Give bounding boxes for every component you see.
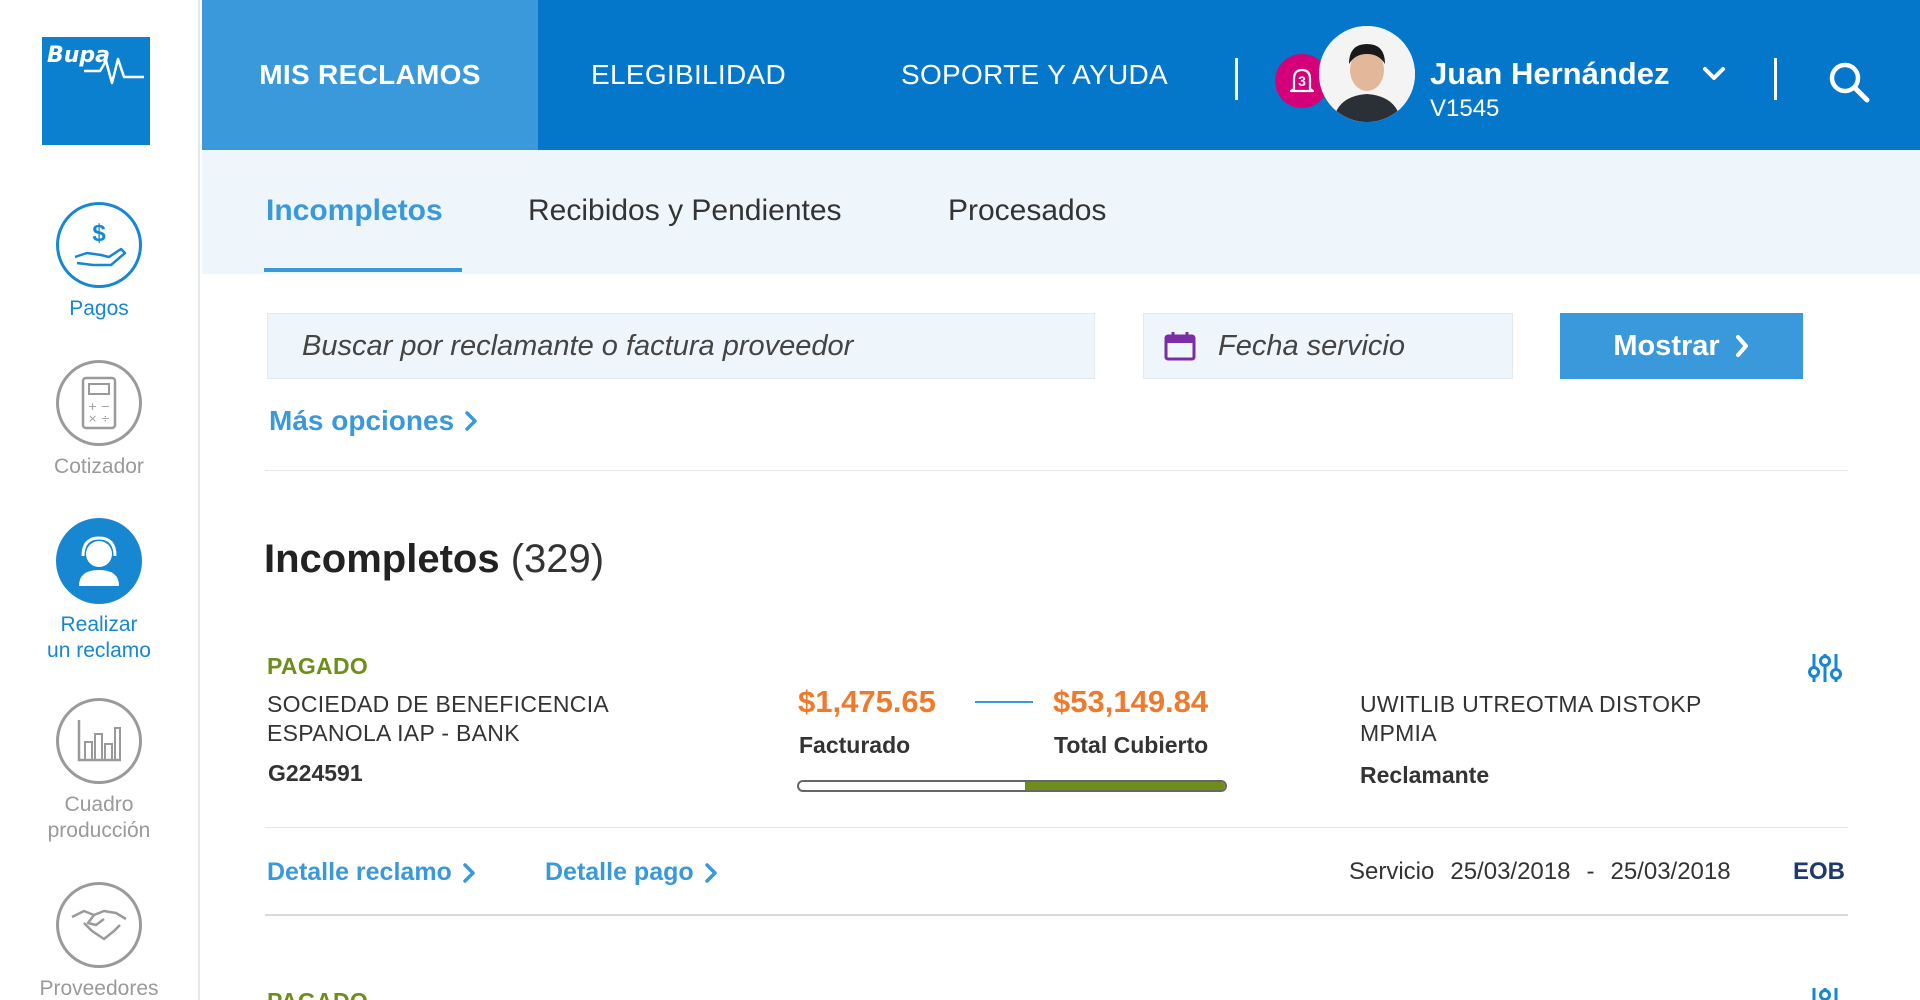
sidebar-item-label: Pagos xyxy=(69,297,129,320)
detalle-pago-label: Detalle pago xyxy=(545,858,694,886)
label-line-2: un reclamo xyxy=(47,639,151,662)
sidebar-item-label: Realizar un reclamo xyxy=(0,612,198,664)
billed-amount: $1,475.65 xyxy=(798,684,936,719)
section-count: (329) xyxy=(510,537,605,581)
nav-elegibilidad[interactable]: ELEGIBILIDAD xyxy=(591,0,786,150)
sidebar-item-label: Proveedores xyxy=(39,977,159,1000)
nav-divider xyxy=(1774,58,1777,100)
service-dates: Servicio 25/03/2018-25/03/2018 xyxy=(1349,858,1731,886)
more-options-link[interactable]: Más opciones xyxy=(269,405,478,437)
sidebar-item-label: Cuadro producción xyxy=(0,792,198,844)
avatar[interactable] xyxy=(1319,26,1415,122)
section-title-text: Incompletos xyxy=(264,537,500,581)
detalle-pago-link[interactable]: Detalle pago xyxy=(545,858,718,887)
card-separator xyxy=(265,914,1848,916)
mostrar-button[interactable]: Mostrar xyxy=(1560,313,1803,379)
notification-count: 3 xyxy=(1298,73,1306,89)
chevron-right-icon xyxy=(1735,335,1748,357)
date-placeholder: Fecha servicio xyxy=(1218,329,1405,362)
service-from: 25/03/2018 xyxy=(1450,858,1571,885)
svg-text:× ÷: × ÷ xyxy=(88,412,110,425)
search-icon[interactable] xyxy=(1827,60,1871,104)
nav-mis-reclamos[interactable]: MIS RECLAMOS xyxy=(202,0,538,150)
mostrar-label: Mostrar xyxy=(1613,329,1720,362)
bupa-logo[interactable]: Bupa xyxy=(42,37,150,145)
provider-line-2: ESPANOLA IAP - BANK xyxy=(267,720,520,746)
claim-status: PAGADO xyxy=(267,653,369,679)
sidebar: Bupa $ Pagos + − × ÷ Cotizador Realizar … xyxy=(0,0,200,1000)
svg-text:$: $ xyxy=(92,220,106,247)
claim-status: PAGADO xyxy=(267,988,368,1000)
claims-tabs: Incompletos Recibidos y Pendientes Proce… xyxy=(202,150,1920,274)
date-service-input[interactable]: Fecha servicio xyxy=(1143,313,1513,379)
support-agent-icon xyxy=(56,518,142,604)
sliders-settings-icon[interactable] xyxy=(1808,652,1842,684)
sidebar-item-label: Cotizador xyxy=(54,455,144,478)
detalle-reclamo-label: Detalle reclamo xyxy=(267,858,452,886)
chevron-down-icon[interactable] xyxy=(1702,66,1726,82)
handshake-icon xyxy=(56,882,142,968)
chevron-right-icon xyxy=(465,411,477,431)
label-line-1: Realizar xyxy=(60,613,138,636)
tab-recibidos-pendientes[interactable]: Recibidos y Pendientes xyxy=(528,194,842,228)
nav-divider xyxy=(1235,58,1238,100)
search-placeholder: Buscar por reclamante o factura proveedo… xyxy=(302,329,854,362)
calculator-icon: + − × ÷ xyxy=(56,360,142,446)
calendar-icon xyxy=(1164,332,1196,361)
user-name[interactable]: Juan Hernández xyxy=(1430,56,1669,92)
coverage-progress-bar xyxy=(797,780,1227,792)
claim-provider: SOCIEDAD DE BENEFICENCIA ESPANOLA IAP - … xyxy=(267,690,697,748)
sliders-settings-icon[interactable] xyxy=(1808,986,1842,1000)
bar-chart-icon xyxy=(56,698,142,784)
sidebar-item-cuadro-produccion[interactable]: Cuadro producción xyxy=(0,698,198,844)
claimant-name: UWITLIB UTREOTMA DISTOKP MPMIA xyxy=(1360,690,1780,748)
hand-dollar-icon: $ xyxy=(56,202,142,288)
tab-procesados[interactable]: Procesados xyxy=(948,194,1106,228)
provider-line-1: SOCIEDAD DE BENEFICENCIA xyxy=(267,691,610,717)
coverage-progress-fill xyxy=(1024,782,1225,790)
section-title: Incompletos (329) xyxy=(264,537,604,582)
top-navigation: MIS RECLAMOS ELEGIBILIDAD SOPORTE Y AYUD… xyxy=(202,0,1920,150)
chevron-right-icon xyxy=(463,862,475,883)
sidebar-item-realizar-reclamo[interactable]: Realizar un reclamo xyxy=(0,518,198,664)
sidebar-item-proveedores[interactable]: Proveedores xyxy=(0,882,198,1000)
service-to: 25/03/2018 xyxy=(1610,858,1731,885)
billed-label: Facturado xyxy=(799,732,911,758)
active-tab-indicator xyxy=(264,268,462,272)
service-label: Servicio xyxy=(1349,858,1435,885)
service-separator: - xyxy=(1586,858,1595,885)
more-options-label: Más opciones xyxy=(269,405,455,436)
detalle-reclamo-link[interactable]: Detalle reclamo xyxy=(267,858,476,887)
chevron-right-icon xyxy=(704,862,717,883)
nav-soporte-ayuda[interactable]: SOPORTE Y AYUDA xyxy=(901,0,1168,150)
claimant-label: Reclamante xyxy=(1360,762,1490,788)
user-id: V1545 xyxy=(1430,95,1500,122)
claimant-line-2: MPMIA xyxy=(1360,720,1437,746)
tab-incompletos[interactable]: Incompletos xyxy=(266,194,443,228)
sidebar-item-pagos[interactable]: $ Pagos xyxy=(0,202,198,322)
eob-link[interactable]: EOB xyxy=(1793,858,1845,886)
divider xyxy=(265,827,1848,828)
heartbeat-icon xyxy=(84,57,144,85)
amount-connector xyxy=(975,701,1033,703)
divider xyxy=(265,470,1848,471)
label-line-2: producción xyxy=(47,819,151,842)
search-input[interactable]: Buscar por reclamante o factura proveedo… xyxy=(267,313,1095,379)
label-line-1: Cuadro xyxy=(64,793,134,816)
covered-label: Total Cubierto xyxy=(1054,732,1209,758)
covered-amount: $53,149.84 xyxy=(1053,684,1209,719)
claim-invoice: G224591 xyxy=(268,760,363,786)
claimant-line-1: UWITLIB UTREOTMA DISTOKP xyxy=(1360,691,1702,717)
sidebar-item-cotizador[interactable]: + − × ÷ Cotizador xyxy=(0,360,198,480)
